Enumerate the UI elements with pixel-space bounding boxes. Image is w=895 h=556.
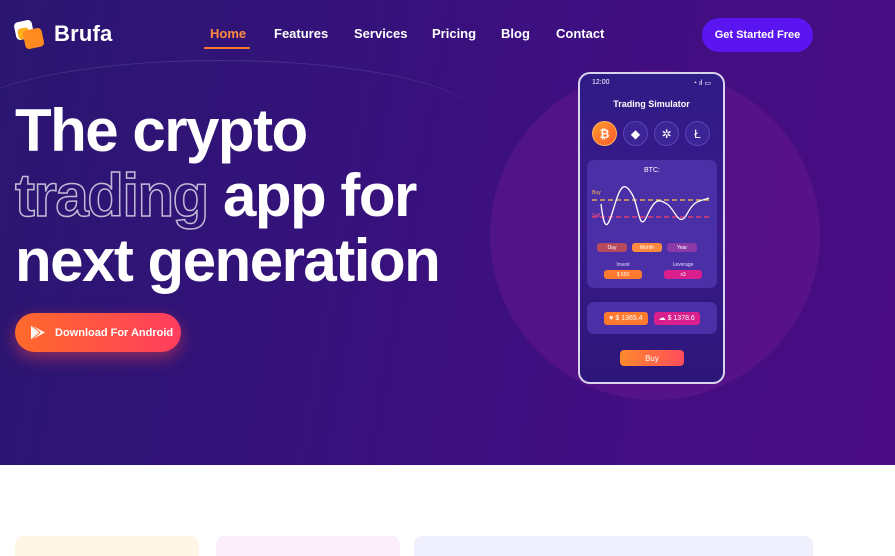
balance-up-value: $ 1365.4	[615, 314, 643, 322]
invest-leverage-row: Invest $ 650 Leverage x3	[604, 262, 702, 279]
play-store-icon	[30, 324, 45, 341]
headline-outline-word: trading	[14, 162, 210, 229]
feature-card	[15, 536, 199, 556]
balance-down: ☁ $ 1378.6	[653, 311, 700, 325]
nav-active-underline	[204, 47, 250, 49]
leverage-field: Leverage x3	[664, 262, 702, 279]
nav-home[interactable]: Home	[210, 26, 246, 41]
feature-card-wide	[414, 536, 813, 556]
invest-field: Invest $ 650	[604, 262, 642, 279]
phone-time: 12:00	[592, 79, 610, 86]
tab-day[interactable]: Day	[597, 243, 627, 252]
download-android-label: Download For Android	[55, 326, 174, 339]
tab-year[interactable]: Year	[667, 243, 697, 252]
hero-headline: The crypto trading app for next generati…	[14, 97, 441, 294]
balance-down-value: $ 1378.6	[667, 314, 695, 322]
tab-month[interactable]: Month	[632, 243, 662, 252]
heart-icon: ♥	[609, 314, 614, 322]
buy-line-label: Buy	[592, 190, 601, 196]
balance-up: ♥ $ 1365.4	[604, 311, 648, 325]
price-chart: Buy Sell	[592, 185, 712, 226]
headline-line-2: trading app for	[14, 162, 439, 229]
nav-features[interactable]: Features	[274, 26, 328, 41]
cloud-icon: ☁	[658, 315, 666, 322]
price-chart-card: BTC: Buy Sell Day Month Year Invest $ 65…	[587, 160, 717, 288]
invest-label: Invest	[616, 262, 630, 268]
phone-title: Trading Simulator	[613, 99, 690, 109]
litecoin-icon[interactable]: Ł	[685, 121, 710, 146]
leverage-value[interactable]: x3	[664, 270, 702, 279]
coin-selector: ₿ ◆ ✲ Ł	[592, 121, 710, 146]
price-line	[600, 185, 710, 226]
phone-buy-button[interactable]: Buy	[620, 350, 684, 366]
get-started-button[interactable]: Get Started Free	[702, 18, 813, 52]
phone-status-bar: 12:00 ◔ ıl ▭	[580, 79, 723, 87]
balance-card: ♥ $ 1365.4 ☁ $ 1378.6	[587, 302, 717, 334]
ethereum-icon[interactable]: ◆	[623, 121, 648, 146]
hero-section: Brufa Home Features Services Pricing Blo…	[0, 0, 895, 465]
feature-card	[216, 536, 400, 556]
headline-line-2-rest: app for	[207, 162, 417, 229]
bitcoin-icon[interactable]: ₿	[592, 121, 617, 146]
headline-line-1: The crypto	[15, 97, 308, 164]
signal-battery-icon: ◔ ıl ▭	[692, 80, 711, 87]
sell-line-label: Sell	[592, 213, 600, 219]
invest-value[interactable]: $ 650	[604, 270, 642, 279]
download-android-button[interactable]: Download For Android	[15, 313, 181, 352]
chart-label: BTC:	[644, 167, 660, 174]
leverage-label: Leverage	[672, 262, 694, 268]
nav-contact[interactable]: Contact	[556, 26, 604, 41]
nav-blog[interactable]: Blog	[501, 26, 530, 41]
nav-pricing[interactable]: Pricing	[432, 26, 476, 41]
nav-services[interactable]: Services	[354, 26, 408, 41]
phone-mockup: 12:00 ◔ ıl ▭ Trading Simulator ₿ ◆ ✲ Ł B…	[578, 72, 725, 384]
period-tabs: Day Month Year	[597, 243, 697, 252]
headline-line-3: next generation	[15, 227, 441, 294]
ripple-icon[interactable]: ✲	[654, 121, 679, 146]
